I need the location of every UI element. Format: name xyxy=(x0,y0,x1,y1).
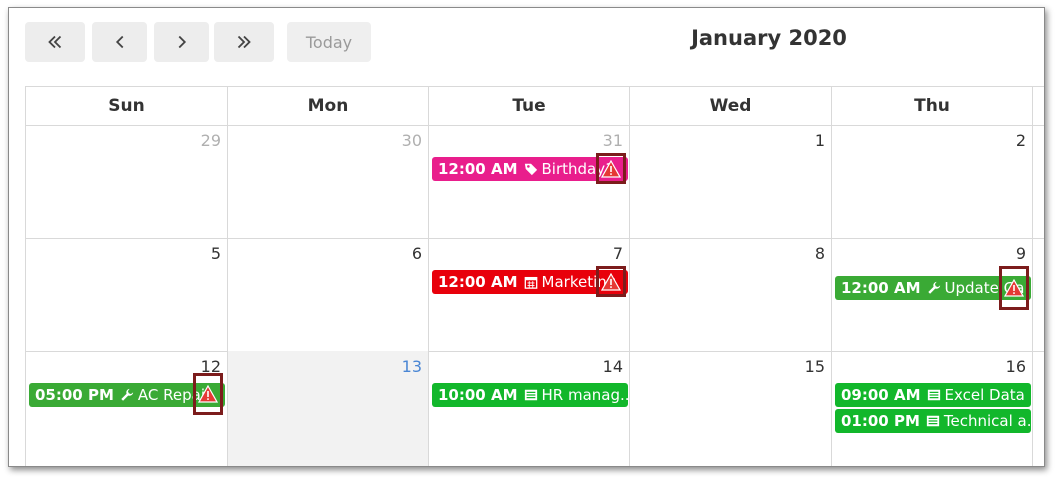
event-hr[interactable]: 10:00 AM HR manag... xyxy=(432,383,628,407)
day-number: 15 xyxy=(804,357,825,376)
day-number: 31 xyxy=(602,131,623,150)
weekday-mon: Mon xyxy=(227,87,428,125)
day-cell[interactable]: 8 xyxy=(629,238,831,351)
event-time: 01:00 PM xyxy=(841,412,920,430)
day-number: 16 xyxy=(1005,357,1026,376)
calendar-toolbar: Today January 2020 xyxy=(9,8,1044,86)
calendar-window: Today January 2020 Sun Mon Tue Wed Thu 2… xyxy=(8,7,1045,467)
warning-icon xyxy=(198,385,218,403)
day-cell[interactable]: 2 xyxy=(831,125,1033,238)
day-cell-today[interactable]: 13 xyxy=(227,351,428,466)
chevron-right-icon xyxy=(178,35,186,49)
warning-highlight[interactable] xyxy=(596,266,626,297)
day-cell[interactable]: 16 09:00 AM Excel Data ... 01:00 PM Techni… xyxy=(831,351,1033,466)
event-title: Technical a... xyxy=(943,412,1031,430)
prev-month-button[interactable] xyxy=(92,22,147,62)
chevron-left-icon xyxy=(115,35,123,49)
day-cell[interactable]: 31 12:00 AM Birthday1 xyxy=(428,125,629,238)
wrench-icon xyxy=(121,388,134,401)
list-icon xyxy=(927,389,940,401)
event-time: 10:00 AM xyxy=(438,386,518,404)
day-number: 5 xyxy=(210,244,221,263)
calendar-title: January 2020 xyxy=(691,26,847,50)
day-cell[interactable]: 1 xyxy=(629,125,831,238)
day-number: 8 xyxy=(814,244,825,263)
warning-icon xyxy=(601,272,621,291)
warning-highlight[interactable] xyxy=(596,153,626,184)
weekday-thu: Thu xyxy=(831,87,1033,125)
event-time: 12:00 AM xyxy=(438,273,518,291)
day-number: 2 xyxy=(1015,131,1026,150)
event-excel[interactable]: 09:00 AM Excel Data ... xyxy=(835,383,1031,407)
day-number: 29 xyxy=(200,131,221,150)
day-number: 6 xyxy=(411,244,422,263)
event-title: HR manag... xyxy=(541,386,628,404)
next-month-button[interactable] xyxy=(154,22,209,62)
day-cell[interactable]: 9 12:00 AM Update Ga xyxy=(831,238,1033,351)
day-cell[interactable]: 6 xyxy=(227,238,428,351)
warning-icon xyxy=(1004,279,1024,297)
weekday-sun: Sun xyxy=(25,87,227,125)
week-row: 29 30 31 12:00 AM Birthday1 1 2 xyxy=(25,125,1044,239)
weekday-wed: Wed xyxy=(629,87,831,125)
double-chevron-right-icon xyxy=(237,35,251,49)
day-cell[interactable]: 5 xyxy=(25,238,227,351)
day-number: 9 xyxy=(1015,244,1026,263)
event-time: 12:00 AM xyxy=(841,279,921,297)
day-number: 1 xyxy=(814,131,825,150)
day-number: 7 xyxy=(612,244,623,263)
event-title: Excel Data ... xyxy=(944,386,1031,404)
list-icon xyxy=(524,389,537,401)
week-row: 5 6 7 12:00 AM Marketing 8 9 12:00 AM Upda… xyxy=(25,238,1044,352)
today-button[interactable]: Today xyxy=(287,22,371,62)
calendar-icon xyxy=(524,276,537,289)
day-number: 30 xyxy=(401,131,422,150)
day-cell[interactable]: 7 12:00 AM Marketing xyxy=(428,238,629,351)
warning-highlight[interactable] xyxy=(999,266,1029,310)
week-row: 12 05:00 PM AC Repair 13 14 10:00 AM HR ma… xyxy=(25,351,1044,466)
tag-icon xyxy=(524,163,537,176)
next-year-button[interactable] xyxy=(214,22,274,62)
double-chevron-left-icon xyxy=(48,35,62,49)
event-time: 12:00 AM xyxy=(438,160,518,178)
prev-year-button[interactable] xyxy=(25,22,85,62)
warning-icon xyxy=(601,159,621,178)
warning-highlight[interactable] xyxy=(193,373,223,415)
day-cell[interactable]: 12 05:00 PM AC Repair xyxy=(25,351,227,466)
event-technical[interactable]: 01:00 PM Technical a... xyxy=(835,409,1031,433)
event-time: 09:00 AM xyxy=(841,386,921,404)
day-number: 13 xyxy=(401,357,422,376)
event-time: 05:00 PM xyxy=(35,386,114,404)
day-cell[interactable]: 15 xyxy=(629,351,831,466)
day-number: 14 xyxy=(602,357,623,376)
month-grid: Sun Mon Tue Wed Thu 29 30 31 12:00 AM Bir… xyxy=(25,86,1044,466)
day-cell[interactable]: 14 10:00 AM HR manag... xyxy=(428,351,629,466)
weekday-tue: Tue xyxy=(428,87,629,125)
day-cell[interactable]: 29 xyxy=(25,125,227,238)
list-icon xyxy=(926,415,940,427)
day-cell[interactable]: 30 xyxy=(227,125,428,238)
weekday-header: Sun Mon Tue Wed Thu xyxy=(25,86,1044,126)
wrench-icon xyxy=(927,281,940,294)
